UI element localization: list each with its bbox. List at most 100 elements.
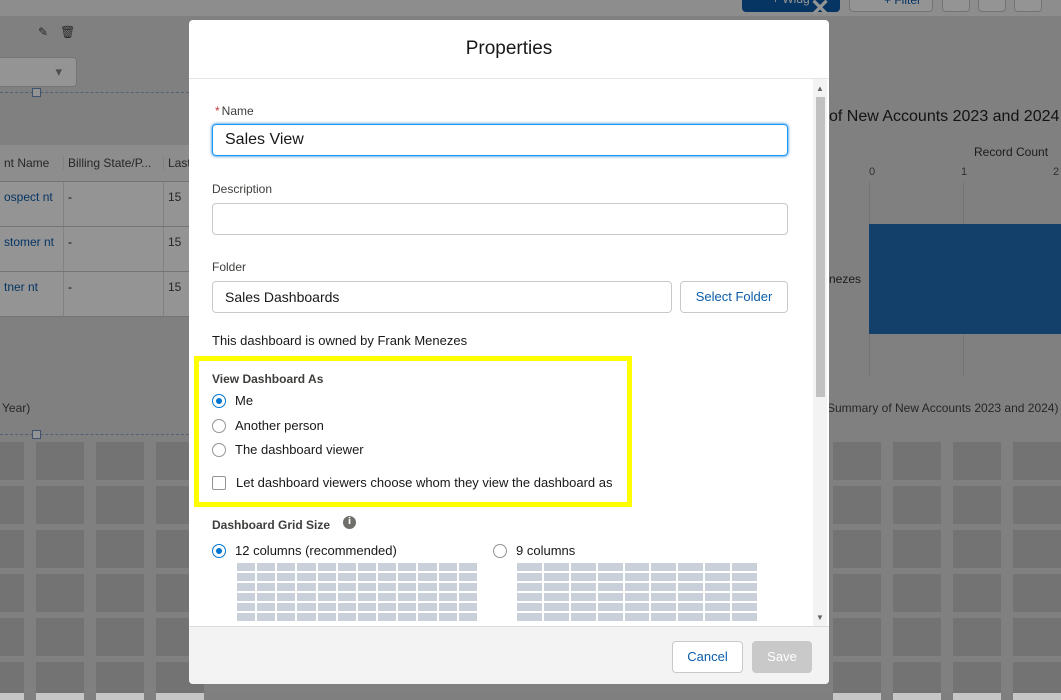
grid-preview-cell bbox=[543, 563, 569, 571]
grid-preview-cell bbox=[398, 563, 417, 571]
grid-preview-cell bbox=[624, 573, 650, 581]
grid-preview-cell bbox=[570, 603, 596, 611]
radio-button[interactable] bbox=[212, 418, 226, 433]
grid-preview-cell bbox=[398, 613, 417, 621]
grid-preview-cell bbox=[317, 613, 336, 621]
grid-preview-cell bbox=[237, 613, 256, 621]
grid-preview-cell bbox=[257, 563, 276, 571]
grid-preview-cell bbox=[277, 563, 296, 571]
modal-header: Properties bbox=[189, 20, 829, 79]
grid-preview-cell bbox=[357, 573, 377, 581]
checkbox-label: Let dashboard viewers choose whom they v… bbox=[236, 475, 613, 490]
grid-preview-cell bbox=[257, 583, 276, 591]
view-as-option-me[interactable]: Me bbox=[212, 393, 253, 408]
grid-preview-cell bbox=[378, 593, 397, 601]
grid-preview-cell bbox=[237, 573, 256, 581]
owner-text: This dashboard is owned by Frank Menezes bbox=[212, 333, 468, 348]
grid-preview-cell bbox=[651, 593, 677, 601]
grid-preview-cell bbox=[277, 593, 296, 601]
name-label: * Name bbox=[215, 104, 254, 118]
view-as-title: View Dashboard As bbox=[212, 372, 324, 386]
grid-preview-cell bbox=[357, 563, 377, 571]
select-folder-button[interactable]: Select Folder bbox=[680, 281, 788, 313]
grid-preview-cell bbox=[517, 603, 542, 611]
grid-preview-cell bbox=[337, 583, 356, 591]
cancel-button[interactable]: Cancel bbox=[672, 641, 743, 673]
grid-preview-cell bbox=[277, 613, 296, 621]
info-icon[interactable]: i bbox=[343, 516, 356, 529]
grid-preview-cell bbox=[570, 583, 596, 591]
grid-preview-cell bbox=[517, 613, 542, 621]
checkbox[interactable] bbox=[212, 475, 226, 490]
grid-preview-cell bbox=[357, 613, 377, 621]
name-label-text: Name bbox=[221, 104, 254, 118]
grid-option-9-columns[interactable]: 9 columns bbox=[493, 543, 575, 558]
grid-preview-cell bbox=[277, 583, 296, 591]
grid-preview-cell bbox=[237, 563, 256, 571]
grid-preview-cell bbox=[543, 613, 569, 621]
grid-preview-cell bbox=[418, 613, 437, 621]
grid-preview-cell bbox=[624, 603, 650, 611]
grid-preview-cell bbox=[297, 613, 316, 621]
grid-preview-cell bbox=[418, 603, 437, 611]
grid-preview-cell bbox=[237, 593, 256, 601]
scroll-up-icon[interactable]: ▲ bbox=[816, 84, 824, 93]
grid-preview-cell bbox=[543, 583, 569, 591]
grid-preview-cell bbox=[337, 593, 356, 601]
grid-preview-cell bbox=[277, 573, 296, 581]
grid-preview-cell bbox=[651, 563, 677, 571]
radio-label: 9 columns bbox=[516, 543, 576, 558]
grid-preview-cell bbox=[570, 573, 596, 581]
grid-preview-cell bbox=[337, 613, 356, 621]
grid-preview-cell bbox=[732, 603, 757, 611]
grid-preview-cell bbox=[317, 593, 336, 601]
grid-preview-cell bbox=[297, 573, 316, 581]
grid-preview-cell bbox=[732, 563, 757, 571]
grid-preview-cell bbox=[438, 593, 457, 601]
grid-preview-cell bbox=[438, 583, 457, 591]
grid-preview-cell bbox=[732, 593, 757, 601]
grid-preview-cell bbox=[257, 573, 276, 581]
grid-preview-cell bbox=[458, 583, 477, 591]
grid-preview-cell bbox=[418, 593, 437, 601]
view-as-option-dashboard-viewer[interactable]: The dashboard viewer bbox=[212, 442, 364, 457]
grid-preview-cell bbox=[317, 573, 336, 581]
grid-preview-cell bbox=[705, 563, 731, 571]
grid-preview-cell bbox=[705, 583, 731, 591]
grid-preview-cell bbox=[438, 603, 457, 611]
required-marker: * bbox=[215, 104, 220, 118]
grid-option-12-columns[interactable]: 12 columns (recommended) bbox=[212, 543, 397, 558]
scroll-down-icon[interactable]: ▼ bbox=[816, 613, 824, 622]
grid-preview-cell bbox=[543, 603, 569, 611]
grid-preview-cell bbox=[237, 603, 256, 611]
grid-preview-cell bbox=[418, 563, 437, 571]
grid-preview-cell bbox=[337, 603, 356, 611]
grid-preview-cell bbox=[597, 613, 623, 621]
description-input[interactable] bbox=[212, 203, 788, 235]
grid-preview-cell bbox=[237, 583, 256, 591]
view-as-option-another-person[interactable]: Another person bbox=[212, 418, 324, 433]
radio-button[interactable] bbox=[212, 393, 226, 408]
grid-preview-cell bbox=[705, 603, 731, 611]
grid-preview-cell bbox=[337, 563, 356, 571]
name-input[interactable] bbox=[212, 124, 788, 156]
grid-preview-cell bbox=[597, 583, 623, 591]
grid-preview-cell bbox=[398, 583, 417, 591]
grid-preview-cell bbox=[624, 613, 650, 621]
grid-preview-cell bbox=[257, 593, 276, 601]
radio-button[interactable] bbox=[212, 442, 226, 457]
grid-preview-cell bbox=[458, 563, 477, 571]
modal-body: *Name Description Folder Select Folder T… bbox=[189, 79, 829, 626]
save-button[interactable]: Save bbox=[752, 641, 812, 673]
grid-preview-cell bbox=[597, 603, 623, 611]
grid-preview-cell bbox=[543, 593, 569, 601]
let-viewers-choose-checkbox[interactable]: Let dashboard viewers choose whom they v… bbox=[212, 475, 613, 490]
grid-preview-cell bbox=[705, 613, 731, 621]
radio-button[interactable] bbox=[212, 543, 226, 558]
radio-button[interactable] bbox=[493, 543, 507, 558]
grid-preview-cell bbox=[678, 613, 704, 621]
radio-label: Another person bbox=[235, 418, 324, 433]
folder-input[interactable] bbox=[212, 281, 672, 313]
scrollbar-thumb[interactable] bbox=[816, 97, 825, 397]
grid-preview-cell bbox=[438, 613, 457, 621]
